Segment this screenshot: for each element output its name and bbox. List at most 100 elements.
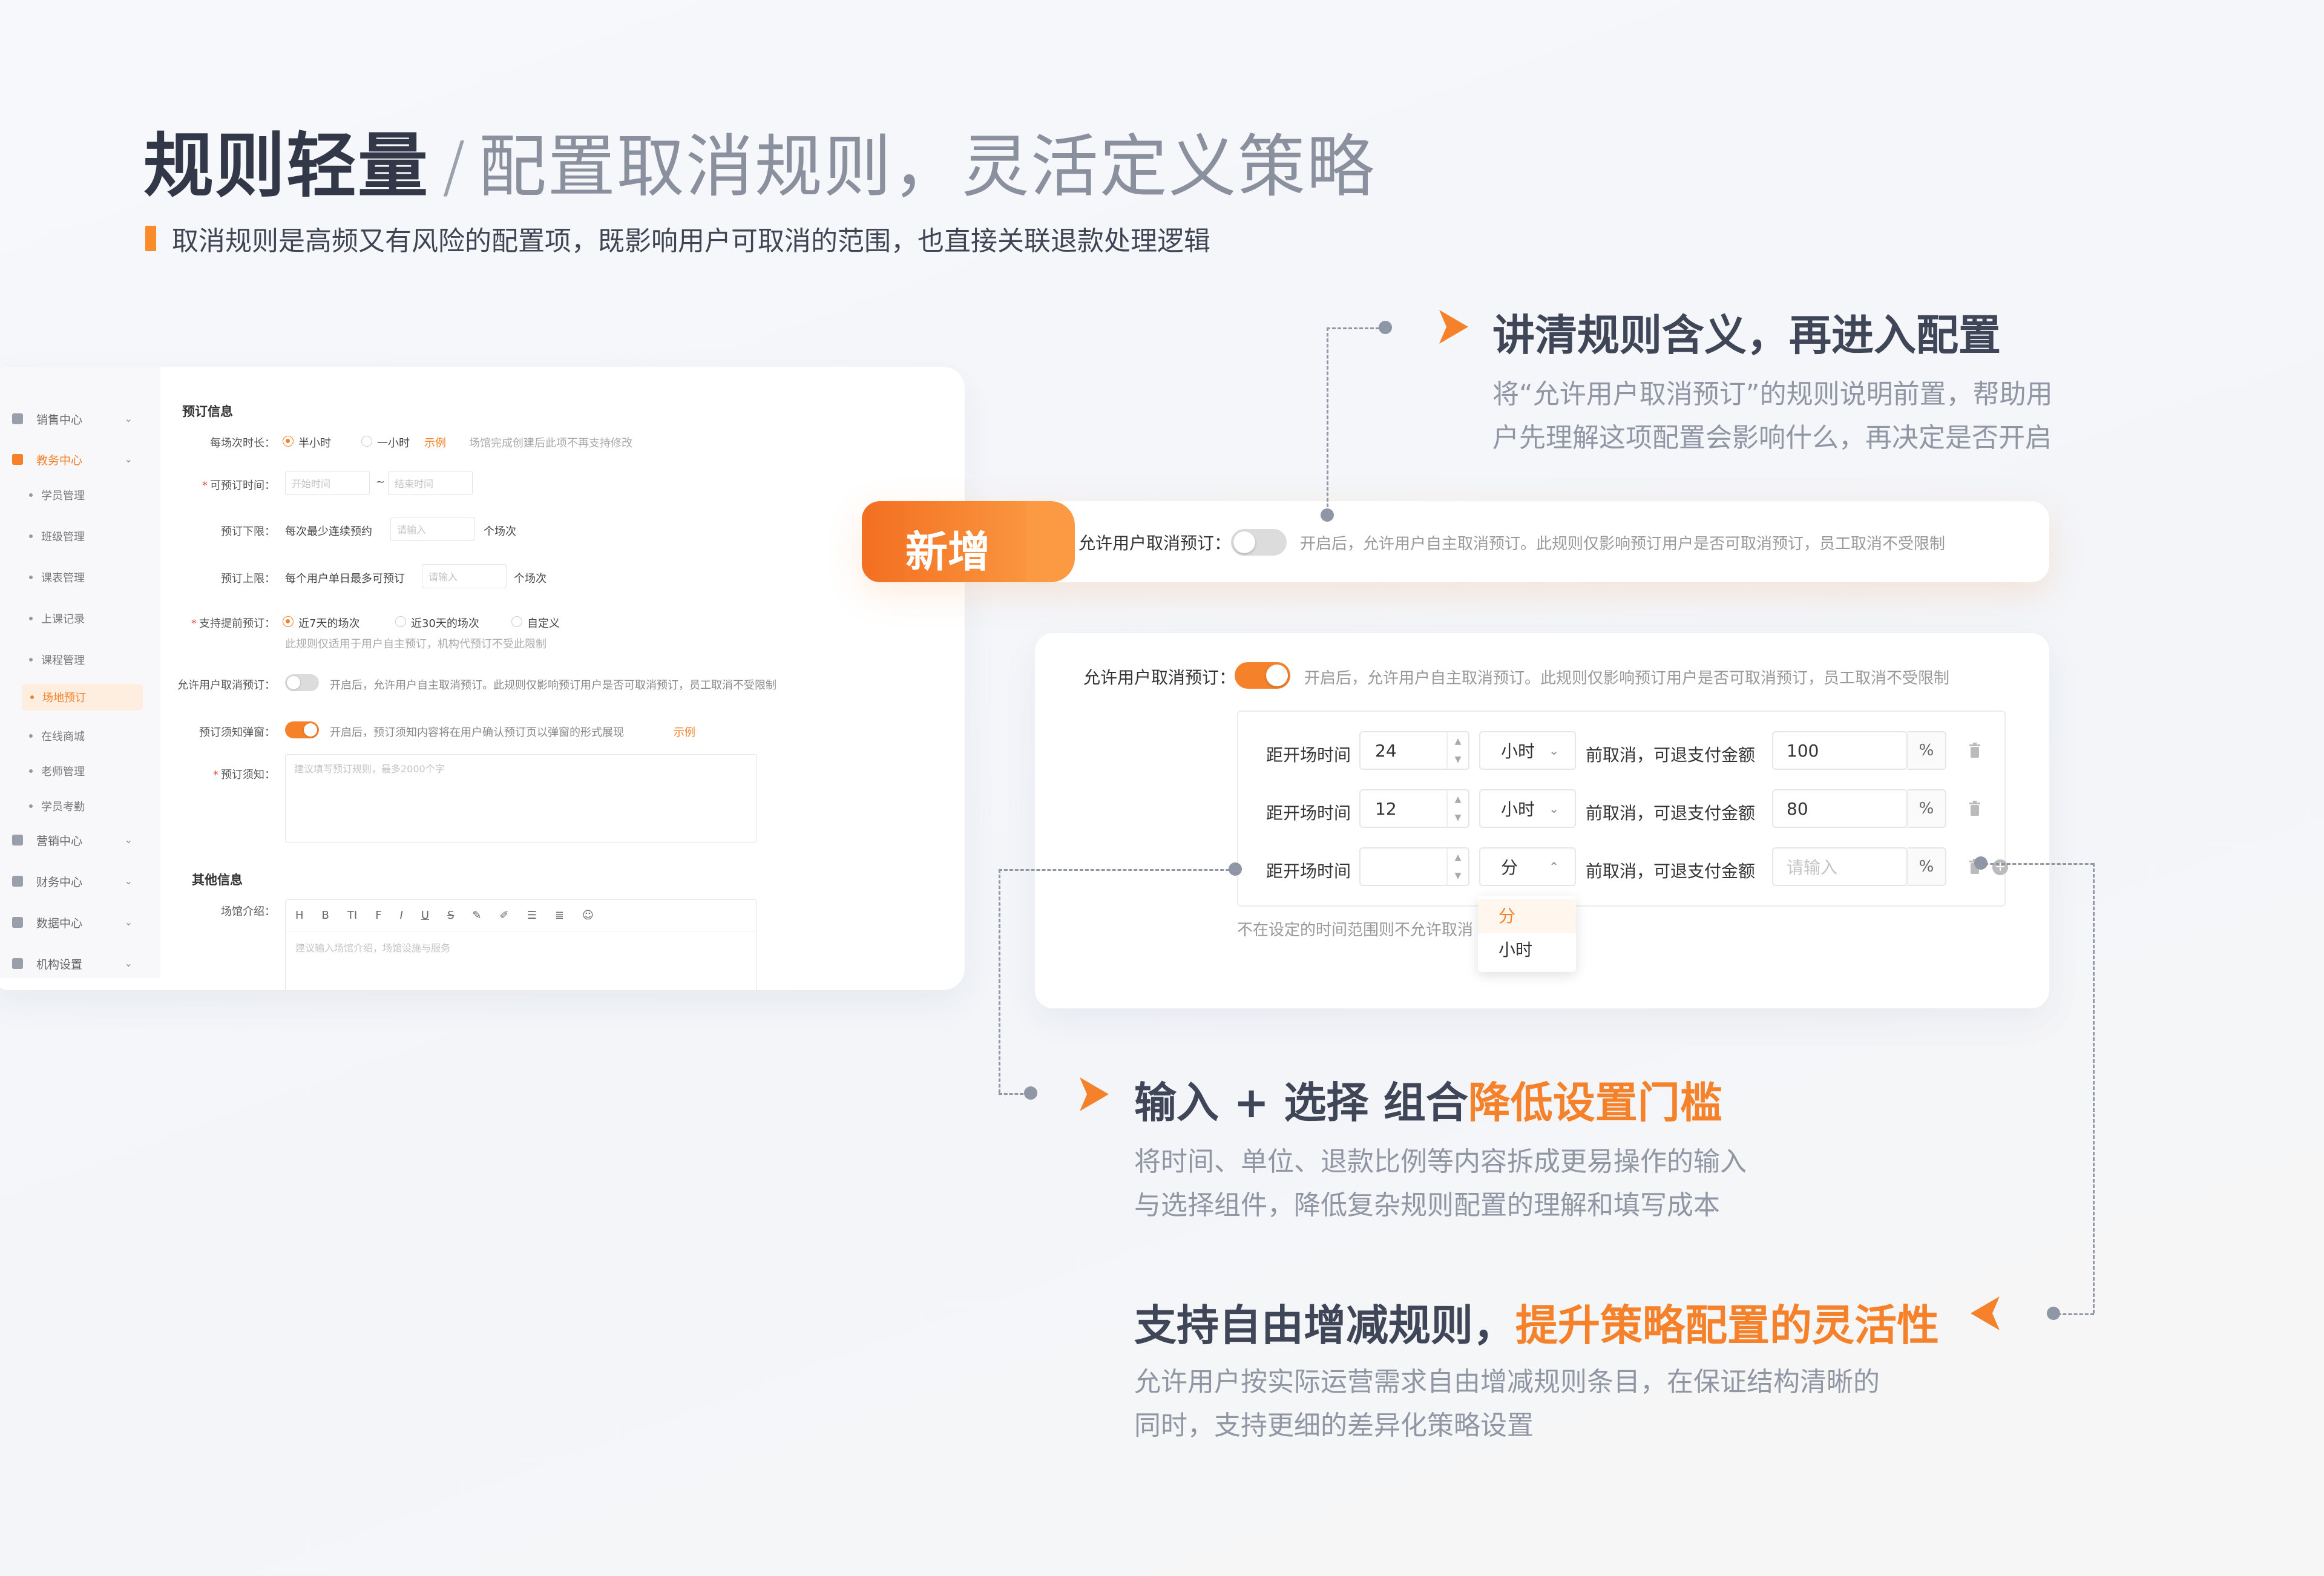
- rule-cancel-label: 允许用户取消预订：: [1083, 668, 1236, 688]
- sidebar-sub-item[interactable]: 课程管理: [29, 646, 85, 673]
- pen-icon[interactable]: ✎: [473, 909, 482, 922]
- notice-textarea[interactable]: 建议填写预订规则，最多2000个字: [285, 754, 757, 842]
- font-icon[interactable]: F: [375, 909, 381, 922]
- stepper-icon[interactable]: ▲ ▼: [1446, 790, 1468, 827]
- callout2-body-line1: 将时间、单位、退款比例等内容拆成更易操作的输入: [1134, 1146, 1747, 1177]
- percent-suffix: %: [1908, 847, 1946, 886]
- cancel-rule-card: 允许用户取消预订： 开启后，允许用户自主取消预订。此规则仅影响预订用户是否可取消…: [1035, 633, 2049, 1008]
- sidebar-item-sales[interactable]: 销售中心 ⌄: [0, 403, 160, 435]
- required-mark: *: [213, 769, 218, 781]
- rule-prefix: 距开场时间: [1266, 745, 1351, 765]
- dropdown-option-hour[interactable]: 小时: [1478, 933, 1576, 967]
- trash-icon[interactable]: [1968, 800, 1981, 817]
- bold-icon[interactable]: B: [322, 909, 329, 922]
- time-value-stepper[interactable]: ▲ ▼: [1359, 847, 1469, 886]
- intro-rich-editor[interactable]: H B TI F I U S ✎ ✐ ☰ ≣ ☺ 建议输入场馆介绍，场馆设施与服…: [285, 899, 757, 990]
- popup-toggle[interactable]: [285, 721, 319, 738]
- time-value-stepper[interactable]: 12 ▲ ▼: [1359, 789, 1469, 828]
- rule-cancel-toggle[interactable]: [1235, 662, 1290, 689]
- sidebar-sub-item[interactable]: 老师管理: [29, 758, 85, 784]
- sidebar-sub-item-active[interactable]: 场地预订: [22, 684, 143, 711]
- advance-opt2: 近30天的场次: [411, 617, 479, 630]
- unit-value: 分: [1501, 858, 1518, 878]
- dropdown-option-minute[interactable]: 分: [1478, 899, 1576, 933]
- sidebar-sub-item[interactable]: 学员管理: [29, 482, 85, 508]
- cancel-desc: 开启后，允许用户自主取消预订。此规则仅影响预订用户是否可取消预订，员工取消不受限…: [330, 679, 776, 692]
- refund-amount-input[interactable]: 请输入: [1772, 847, 1908, 886]
- cancel-label: 允许用户取消预订：: [177, 679, 275, 692]
- unit-select[interactable]: 小时 ⌄: [1479, 789, 1576, 828]
- banner-cancel-toggle[interactable]: [1231, 529, 1287, 556]
- coin-icon: [12, 835, 23, 845]
- rule-prefix: 距开场时间: [1266, 861, 1351, 881]
- brush-icon[interactable]: ✐: [500, 909, 509, 922]
- connector-line: [1327, 327, 1328, 513]
- underline-icon[interactable]: U: [421, 909, 429, 922]
- unit-select[interactable]: 小时 ⌄: [1479, 731, 1576, 770]
- rule-note: 不在设定的时间范围则不允许取消: [1237, 921, 1474, 939]
- sidebar-sub-item[interactable]: 上课记录: [29, 605, 85, 632]
- sidebar-sub-label: 上课记录: [41, 613, 85, 626]
- rich-editor-toolbar: H B TI F I U S ✎ ✐ ☰ ≣ ☺: [286, 900, 757, 931]
- section-title-booking: 预订信息: [182, 404, 233, 419]
- new-feature-banner: 新增 允许用户取消预订： 开启后，允许用户自主取消预订。此规则仅影响预订用户是否…: [862, 501, 2049, 582]
- sidebar-item-academic[interactable]: 教务中心 ⌄: [0, 444, 160, 475]
- popup-example-link[interactable]: 示例: [674, 724, 695, 740]
- min-input[interactable]: 请输入: [390, 517, 475, 541]
- sidebar-sub-item[interactable]: 学员考勤: [29, 793, 85, 819]
- rule-mid-text: 前取消，可退支付金额: [1586, 803, 1756, 823]
- app-screenshot-card: 销售中心 ⌄ 教务中心 ⌄ 学员管理 班级管理 课表管理 上课记录 课程管理 场…: [0, 367, 965, 990]
- time-separator: ~: [376, 476, 386, 488]
- stepper-icon[interactable]: ▲ ▼: [1446, 849, 1468, 885]
- align-icon[interactable]: ≣: [555, 909, 564, 922]
- list-icon[interactable]: ☰: [527, 909, 537, 922]
- page-subtitle: 取消规则是高频又有风险的配置项，既影响用户可取消的范围，也直接关联退款处理逻辑: [145, 219, 1210, 258]
- time-end-input[interactable]: 结束时间: [388, 471, 473, 495]
- heading-icon[interactable]: H: [295, 909, 304, 922]
- font-size-icon[interactable]: TI: [347, 909, 357, 922]
- max-label: 预订上限：: [221, 573, 275, 585]
- refund-amount-input[interactable]: 100: [1772, 731, 1908, 770]
- subtitle-text: 取消规则是高频又有风险的配置项，既影响用户可取消的范围，也直接关联退款处理逻辑: [172, 226, 1210, 257]
- chevron-down-icon: ⌄: [124, 916, 133, 928]
- refund-amount-input[interactable]: 80: [1772, 789, 1908, 828]
- sidebar-item-finance[interactable]: 财务中心 ⌄: [0, 865, 160, 897]
- unit-select[interactable]: 分 ⌃: [1479, 847, 1576, 886]
- popup-label: 预订须知弹窗：: [199, 726, 275, 739]
- advance-radio-custom[interactable]: [511, 616, 522, 627]
- add-rule-icon[interactable]: +: [1992, 859, 2008, 875]
- sidebar-sub-item[interactable]: 在线商城: [29, 723, 85, 749]
- cancel-toggle[interactable]: [285, 674, 319, 691]
- page-headline: 规则轻量 / 配置取消规则，灵活定义策略: [143, 109, 1376, 211]
- duration-example-link[interactable]: 示例: [424, 435, 446, 450]
- callout3-body-line1: 允许用户按实际运营需求自由增减规则条目，在保证结构清晰的: [1134, 1367, 1880, 1397]
- rule-mid-text: 前取消，可退支付金额: [1586, 745, 1756, 765]
- trash-icon[interactable]: [1968, 742, 1981, 759]
- sidebar-sub-item[interactable]: 班级管理: [29, 523, 85, 550]
- time-start-input[interactable]: 开始时间: [285, 471, 370, 495]
- duration-radio-hour[interactable]: [361, 436, 372, 447]
- duration-radio-half[interactable]: [283, 436, 294, 447]
- strikethrough-icon[interactable]: S: [447, 909, 454, 922]
- time-value-stepper[interactable]: 24 ▲ ▼: [1359, 731, 1469, 770]
- italic-icon[interactable]: I: [400, 909, 403, 922]
- time-label: * 可预订时间：: [154, 477, 275, 493]
- time-value: 24: [1375, 740, 1397, 761]
- notice-label-text: 预订须知：: [221, 769, 275, 781]
- arrow-right-icon: [1439, 310, 1468, 344]
- sidebar-item-label: 数据中心: [36, 916, 83, 930]
- advance-radio-7[interactable]: [283, 616, 294, 627]
- emoji-icon[interactable]: ☺: [582, 909, 594, 922]
- stepper-icon[interactable]: ▲ ▼: [1446, 732, 1468, 769]
- sidebar-item-settings[interactable]: 机构设置 ⌄: [0, 948, 160, 979]
- max-input[interactable]: 请输入: [422, 564, 507, 588]
- sidebar-sub-item[interactable]: 课表管理: [29, 564, 85, 591]
- advance-radio-30[interactable]: [395, 616, 406, 627]
- sidebar-item-marketing[interactable]: 营销中心 ⌄: [0, 824, 160, 856]
- sidebar-item-data[interactable]: 数据中心 ⌄: [0, 907, 160, 938]
- sidebar-item-label: 机构设置: [36, 957, 83, 971]
- sidebar-item-label: 销售中心: [36, 413, 83, 427]
- sidebar-sub-label: 学员管理: [41, 490, 85, 502]
- duration-label: 每场次时长：: [210, 437, 275, 450]
- subtitle-accent-bar: [145, 226, 156, 251]
